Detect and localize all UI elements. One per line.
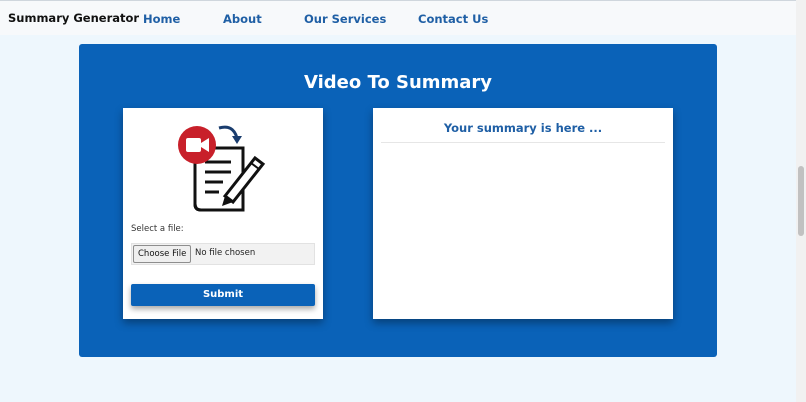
navbar: Summary Generator Home About Our Service… [0,0,796,35]
upload-card: Select a file: Choose File No file chose… [123,108,323,319]
video-summary-panel: Video To Summary Select a file: Choose F… [79,44,717,357]
choose-file-button[interactable]: Choose File [133,245,192,263]
summary-output [381,148,665,308]
file-label: Select a file: [131,224,184,234]
nav-link-home[interactable]: Home [143,12,180,26]
summary-card: Your summary is here ... [373,108,673,319]
summary-heading: Your summary is here ... [443,121,603,135]
file-status-text: No file chosen [195,248,256,258]
video-document-edit-icon [178,125,266,212]
page-title: Video To Summary [303,72,493,93]
brand-logo[interactable]: Summary Generator [8,11,139,25]
file-input[interactable]: Choose File No file chosen [131,243,315,265]
nav-link-about[interactable]: About [223,12,262,26]
summary-divider [381,142,665,143]
nav-link-our-services[interactable]: Our Services [304,12,386,26]
submit-button[interactable]: Submit [131,284,315,306]
page-scrollbar[interactable] [796,0,806,402]
scrollbar-thumb[interactable] [798,166,804,236]
nav-link-contact-us[interactable]: Contact Us [418,12,488,26]
